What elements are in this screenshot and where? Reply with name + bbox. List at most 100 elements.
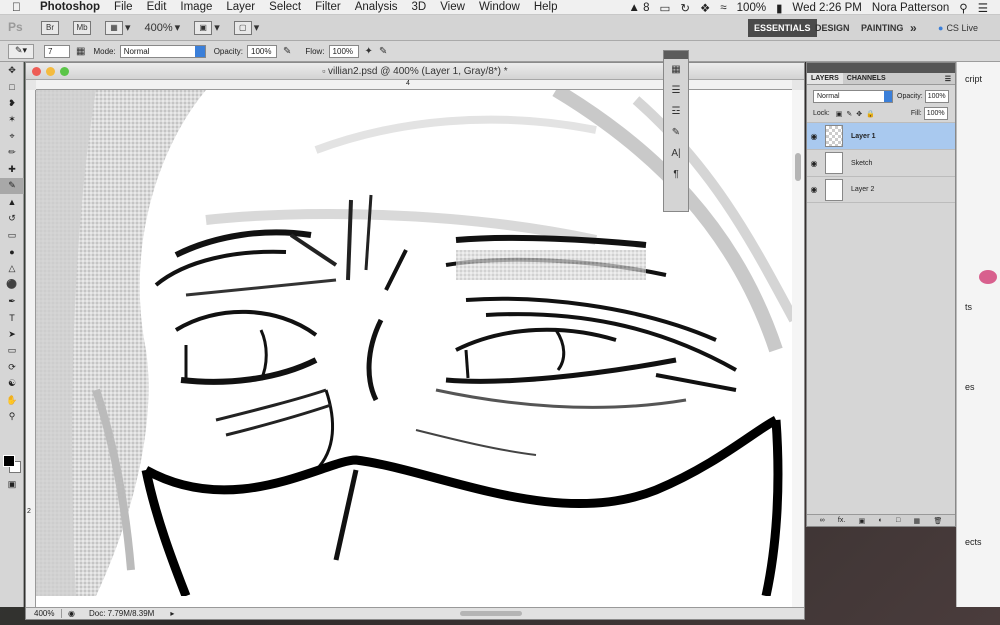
tab-channels[interactable]: CHANNELS [843, 73, 890, 84]
crop-tool-icon[interactable]: ⌖ [0, 128, 24, 145]
layer-row[interactable]: ◉ Layer 1 [807, 122, 955, 149]
foreground-color-swatch[interactable] [3, 455, 15, 467]
layer-opacity-field[interactable]: 100% [924, 90, 949, 103]
character-panel-icon[interactable]: A| [664, 143, 688, 164]
screen-mode-button[interactable]: ▢ ▾ [231, 20, 263, 36]
airplay-icon[interactable]: ▭ [660, 1, 671, 15]
layer-style-button[interactable]: fx. [838, 517, 845, 524]
clone-stamp-tool-icon[interactable]: ▲ [0, 194, 24, 211]
menu-file[interactable]: File [114, 1, 133, 13]
menu-filter[interactable]: Filter [315, 1, 341, 13]
brush-panel-toggle-icon[interactable]: ▦ [76, 46, 85, 57]
clone-source-icon[interactable]: ☲ [664, 101, 688, 122]
delete-layer-icon[interactable]: 🗑 [933, 517, 942, 525]
bridge-button[interactable]: Br [38, 20, 62, 36]
menu-analysis[interactable]: Analysis [355, 1, 398, 13]
lasso-tool-icon[interactable]: ❥ [0, 95, 24, 112]
zoom-button[interactable] [60, 67, 69, 76]
minimize-button[interactable] [46, 67, 55, 76]
status-zoom[interactable]: 400% [26, 609, 62, 618]
spotlight-search-icon[interactable]: ⚲ [959, 1, 967, 15]
paragraph-panel-icon[interactable]: ¶ [664, 164, 688, 185]
eyedropper-tool-icon[interactable]: ✏ [0, 145, 24, 162]
quick-mask-icon[interactable]: ▣ [0, 476, 24, 493]
healing-brush-tool-icon[interactable]: ✚ [0, 161, 24, 178]
flow-field[interactable]: 100% [328, 44, 359, 58]
menu-edit[interactable]: Edit [147, 1, 167, 13]
horizontal-scroll-thumb[interactable] [460, 611, 522, 616]
workspace-essentials[interactable]: ESSENTIALS [748, 19, 817, 37]
menu-image[interactable]: Image [180, 1, 212, 13]
layer-mask-icon[interactable]: ▣ [859, 517, 866, 525]
type-tool-icon[interactable]: T [0, 310, 24, 327]
close-button[interactable] [32, 67, 41, 76]
visibility-eye-icon[interactable]: ◉ [807, 159, 821, 168]
cs-live-button[interactable]: ● CS Live [938, 19, 978, 37]
marquee-tool-icon[interactable]: □ [0, 79, 24, 96]
character-styles-icon[interactable]: ☰ [664, 80, 688, 101]
pressure-opacity-icon[interactable]: ✎ [283, 46, 291, 57]
lock-pixels-icon[interactable]: ✎ [846, 110, 852, 118]
eraser-tool-icon[interactable]: ▭ [0, 227, 24, 244]
bluetooth-icon[interactable]: ❖ [700, 1, 710, 15]
paint-bucket-tool-icon[interactable]: ● [0, 244, 24, 261]
zoom-level-dropdown[interactable]: 400% ▾ [142, 20, 184, 36]
wifi-icon[interactable]: ≈ [720, 2, 726, 14]
app-menu[interactable]: Photoshop [40, 1, 100, 13]
3d-orbit-tool-icon[interactable]: ☯ [0, 376, 24, 393]
brush-size-picker[interactable]: 7 [44, 44, 70, 58]
pressure-size-icon[interactable]: ✎ [379, 46, 387, 57]
brush-presets-icon[interactable]: ✎ [664, 122, 688, 143]
opacity-field[interactable]: 100% [247, 44, 278, 58]
new-group-icon[interactable]: □ [896, 517, 900, 524]
layer-row[interactable]: ◉ Layer 2 [807, 176, 955, 203]
blend-mode-select[interactable]: Normal [813, 90, 893, 103]
adobe-status[interactable]: ▲ 8 [629, 2, 650, 14]
path-selection-tool-icon[interactable]: ➤ [0, 326, 24, 343]
view-extras-button[interactable]: ▦ ▾ [102, 20, 134, 36]
tool-preset-picker[interactable]: ✎▾ [8, 43, 34, 59]
lock-all-icon[interactable]: 🔒 [866, 110, 875, 118]
lock-position-icon[interactable]: ✥ [856, 110, 862, 118]
brush-tool-icon[interactable]: ✎ [0, 177, 24, 194]
menu-help[interactable]: Help [534, 1, 558, 13]
panel-header[interactable] [807, 63, 955, 73]
notification-center-icon[interactable]: ☰ [978, 1, 988, 15]
apple-menu-icon[interactable]:  [12, 0, 28, 14]
zoom-tool-icon[interactable]: ⚲ [0, 409, 24, 426]
menu-view[interactable]: View [440, 1, 465, 13]
menu-layer[interactable]: Layer [226, 1, 255, 13]
pen-tool-icon[interactable]: ✒ [0, 293, 24, 310]
tab-layers[interactable]: LAYERS [807, 73, 843, 84]
history-brush-tool-icon[interactable]: ↺ [0, 211, 24, 228]
workspace-painting[interactable]: PAINTING [861, 19, 903, 37]
airbrush-icon[interactable]: ✦ [365, 46, 373, 57]
time-machine-icon[interactable]: ↻ [680, 1, 690, 15]
3d-rotate-tool-icon[interactable]: ⟳ [0, 359, 24, 376]
blur-tool-icon[interactable]: △ [0, 260, 24, 277]
menu-select[interactable]: Select [269, 1, 301, 13]
mini-bridge-button[interactable]: Mb [70, 20, 94, 36]
quick-select-tool-icon[interactable]: ✶ [0, 112, 24, 129]
adjustment-layer-icon[interactable]: ◐ [879, 517, 883, 524]
vertical-scrollbar[interactable] [792, 90, 804, 607]
link-layers-icon[interactable]: ∞ [820, 517, 825, 524]
status-menu-arrow-icon[interactable]: ▸ [170, 609, 174, 618]
workspace-design[interactable]: DESIGN [815, 19, 850, 37]
menu-3d[interactable]: 3D [412, 1, 427, 13]
fill-field[interactable]: 100% [923, 107, 948, 120]
clock[interactable]: Wed 2:26 PM [792, 2, 861, 14]
shape-tool-icon[interactable]: ▭ [0, 343, 24, 360]
mini-bridge-panel-icon[interactable]: ▦ [664, 59, 688, 80]
hand-tool-icon[interactable]: ✋ [0, 392, 24, 409]
user-name[interactable]: Nora Patterson [872, 2, 949, 14]
new-layer-icon[interactable]: ▦ [914, 517, 921, 525]
mode-select[interactable]: Normal [119, 44, 206, 58]
vertical-ruler[interactable]: 2 [26, 90, 36, 607]
dodge-tool-icon[interactable]: ⚫ [0, 277, 24, 294]
status-info-icon[interactable]: ◉ [68, 609, 75, 618]
visibility-eye-icon[interactable]: ◉ [807, 132, 821, 141]
move-tool-icon[interactable]: ✥ [0, 62, 24, 79]
scroll-thumb[interactable] [795, 153, 801, 181]
more-workspaces-button[interactable]: » [910, 19, 917, 37]
